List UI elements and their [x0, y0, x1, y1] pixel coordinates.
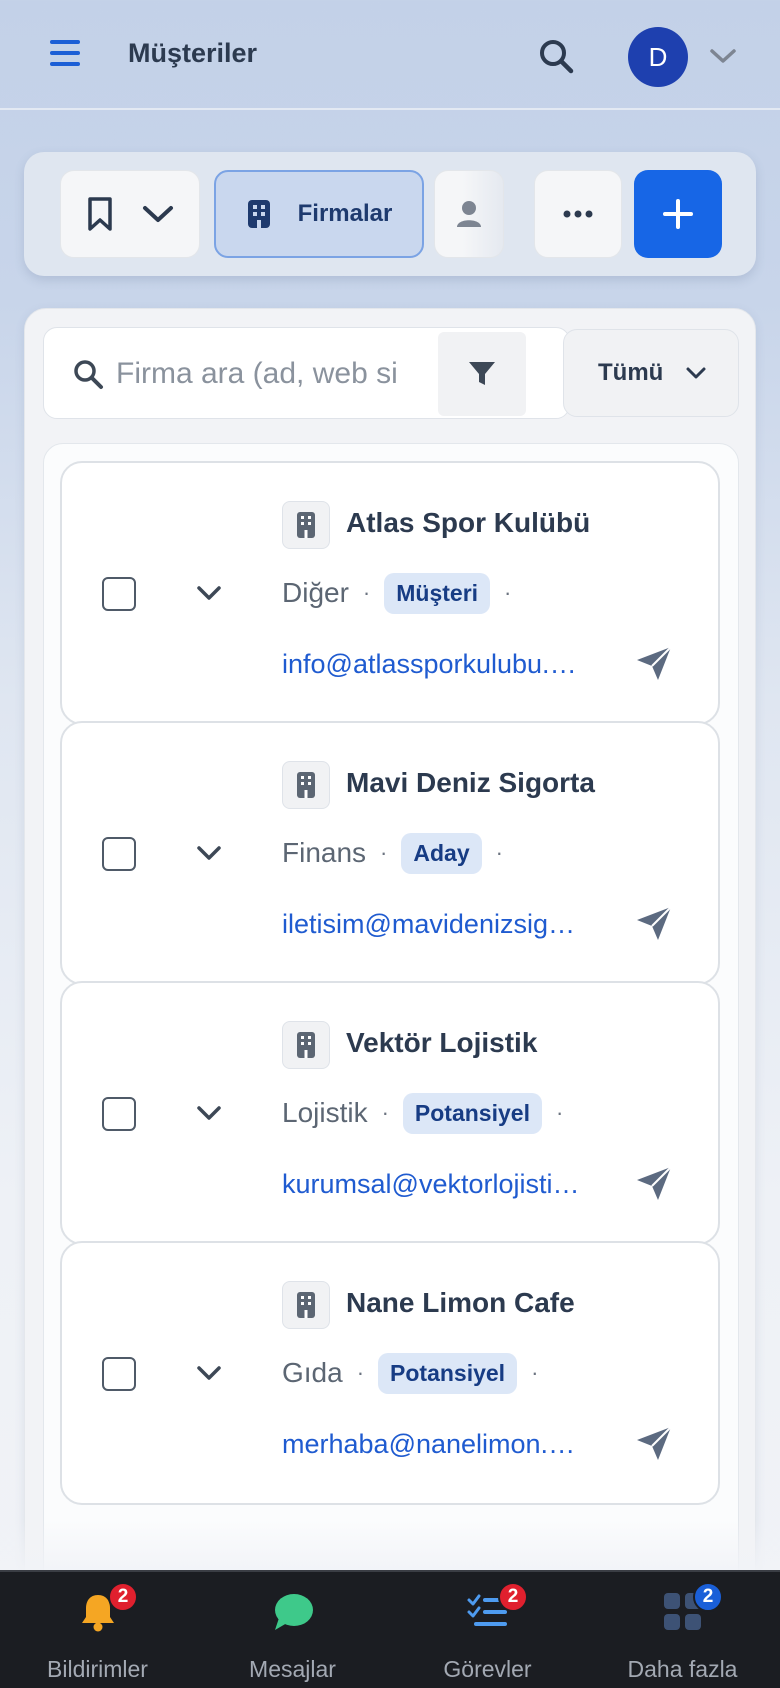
- select-checkbox[interactable]: [102, 1357, 136, 1391]
- chevron-down-icon[interactable]: [194, 581, 224, 605]
- status-badge: Potansiyel: [378, 1352, 518, 1394]
- person-icon: [457, 201, 481, 227]
- company-meta: Finans · Aday ·: [282, 832, 517, 874]
- company-card[interactable]: Mavi Deniz Sigorta Finans · Aday · ileti…: [60, 721, 720, 985]
- company-list: Atlas Spor Kulübü Diğer · Müşteri · info…: [43, 443, 739, 1688]
- search-icon: [74, 360, 103, 389]
- company-email-link[interactable]: merhaba@nanelimon.e…: [282, 1429, 582, 1460]
- status-badge: Aday: [401, 832, 482, 874]
- nav-label: Mesajlar: [249, 1656, 336, 1682]
- tab-firmalar[interactable]: Firmalar: [214, 170, 424, 258]
- company-sector: Finans: [282, 837, 367, 868]
- app-header: Müşteriler D: [0, 0, 780, 110]
- separator-dot: ·: [362, 580, 371, 605]
- company-card[interactable]: Vektör Lojistik Lojistik · Potansiyel · …: [60, 981, 720, 1245]
- building-icon: [282, 1281, 330, 1329]
- company-email-link[interactable]: info@atlassporkulubu.e…: [282, 649, 582, 680]
- company-meta: Lojistik · Potansiyel ·: [282, 1092, 577, 1134]
- filter-button[interactable]: [438, 332, 526, 416]
- select-checkbox[interactable]: [102, 1097, 136, 1131]
- company-name[interactable]: Nane Limon Cafe: [346, 1287, 575, 1319]
- scope-dropdown-value: Tümü: [598, 359, 664, 386]
- nav-item-mesajlar[interactable]: Mesajlar: [195, 1572, 390, 1688]
- select-checkbox[interactable]: [102, 837, 136, 871]
- company-sector: Lojistik: [282, 1097, 368, 1128]
- plus-icon: [663, 199, 693, 229]
- chat-bubble-icon: [275, 1594, 313, 1630]
- chevron-down-icon[interactable]: [194, 1361, 224, 1385]
- more-badge: 2: [693, 1582, 723, 1612]
- scope-dropdown[interactable]: Tümü: [563, 329, 739, 417]
- send-icon[interactable]: [634, 1423, 674, 1463]
- add-company-button[interactable]: [634, 170, 722, 258]
- view-toolbar: Firmalar: [24, 152, 756, 276]
- separator-dot: ·: [504, 580, 512, 605]
- company-email-link[interactable]: iletisim@mavidenizsigo…: [282, 909, 582, 940]
- saved-views-button[interactable]: [60, 170, 200, 258]
- separator-dot: ·: [381, 1100, 389, 1125]
- tab-kisiler[interactable]: [434, 170, 504, 258]
- company-card[interactable]: Atlas Spor Kulübü Diğer · Müşteri · info…: [60, 461, 720, 725]
- nav-item-bildirimler[interactable]: 2 Bildirimler: [0, 1572, 195, 1688]
- company-sector: Diğer: [282, 577, 349, 608]
- separator-dot: ·: [356, 1360, 365, 1385]
- page-title: Müşteriler: [128, 38, 258, 68]
- separator-dot: ·: [380, 840, 388, 865]
- chevron-down-icon: [686, 367, 706, 379]
- building-icon: [282, 501, 330, 549]
- chevron-down-icon[interactable]: [194, 1101, 224, 1125]
- company-email-link[interactable]: kurumsal@vektorlojisti…: [282, 1169, 582, 1200]
- status-badge: Müşteri: [384, 572, 491, 614]
- hamburger-menu-icon[interactable]: [50, 40, 86, 70]
- more-horizontal-icon: [563, 210, 593, 218]
- nav-label: Bildirimler: [47, 1656, 148, 1682]
- chevron-down-icon: [143, 206, 173, 222]
- building-icon: [282, 1021, 330, 1069]
- more-options-button[interactable]: [534, 170, 622, 258]
- building-icon: [282, 761, 330, 809]
- nav-item-gorevler[interactable]: 2 Görevler: [390, 1572, 585, 1688]
- bottom-nav: 2 Bildirimler Mesajlar 2 Görevler 2 Daha…: [0, 1570, 780, 1688]
- search-input[interactable]: [116, 346, 426, 402]
- tasks-badge: 2: [498, 1582, 528, 1612]
- search-box: [43, 327, 570, 419]
- filter-funnel-icon: [469, 362, 495, 385]
- separator-dot: ·: [555, 1100, 564, 1125]
- bookmark-icon: [88, 197, 112, 231]
- avatar[interactable]: D: [628, 27, 688, 87]
- building-icon: [247, 200, 270, 228]
- company-meta: Gıda · Potansiyel ·: [282, 1352, 552, 1394]
- company-meta: Diğer · Müşteri ·: [282, 572, 525, 614]
- separator-dot: ·: [531, 1360, 539, 1385]
- company-sector: Gıda: [282, 1357, 343, 1388]
- company-list-card: Tümü Atlas Spor Kulübü Diğer · Müşteri ·…: [24, 308, 756, 1688]
- scroll-fade: [0, 1520, 780, 1570]
- select-checkbox[interactable]: [102, 577, 136, 611]
- chevron-down-icon[interactable]: [708, 46, 738, 66]
- separator-dot: ·: [495, 840, 503, 865]
- company-name[interactable]: Mavi Deniz Sigorta: [346, 767, 595, 799]
- status-badge: Potansiyel: [402, 1092, 542, 1134]
- send-icon[interactable]: [634, 903, 674, 943]
- nav-label: Daha fazla: [627, 1656, 738, 1682]
- chevron-down-icon[interactable]: [194, 841, 224, 865]
- company-name[interactable]: Atlas Spor Kulübü: [346, 507, 590, 539]
- send-icon[interactable]: [634, 1163, 674, 1203]
- search-icon[interactable]: [536, 36, 576, 76]
- notification-badge: 2: [108, 1582, 138, 1612]
- nav-label: Görevler: [443, 1656, 532, 1682]
- nav-item-daha-fazla[interactable]: 2 Daha fazla: [585, 1572, 780, 1688]
- send-icon[interactable]: [634, 643, 674, 683]
- company-card[interactable]: Nane Limon Cafe Gıda · Potansiyel · merh…: [60, 1241, 720, 1505]
- company-name[interactable]: Vektör Lojistik: [346, 1027, 537, 1059]
- tab-firmalar-label: Firmalar: [297, 200, 393, 227]
